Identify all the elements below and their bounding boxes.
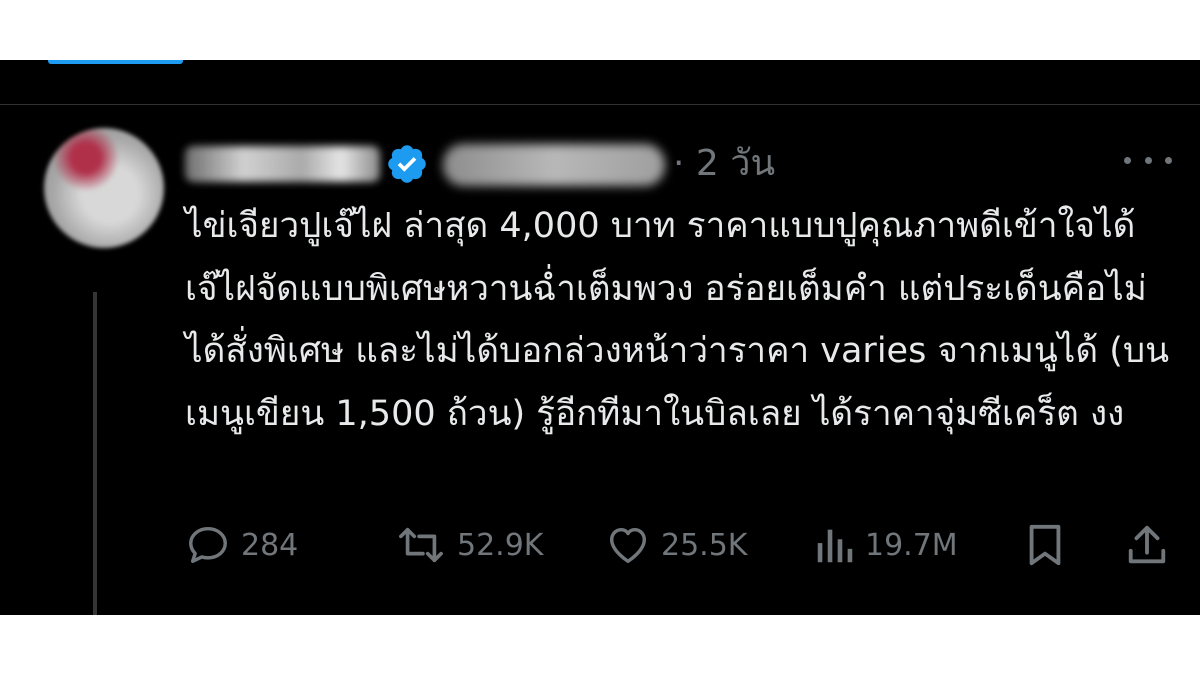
tweet-header: · 2 วัน — [185, 132, 1185, 192]
repost-count: 52.9K — [457, 527, 544, 563]
verified-badge-icon — [388, 145, 426, 183]
tweet-timestamp[interactable]: · 2 วัน — [673, 134, 775, 194]
views-count: 19.7M — [865, 527, 958, 563]
reply-button[interactable]: 284 — [185, 520, 298, 570]
tweet-text: ไข่เจียวปูเจ๊ไฝ ล่าสุด 4,000 บาท ราคาแบบ… — [185, 206, 1169, 434]
views-button[interactable]: 19.7M — [815, 520, 958, 570]
more-dot — [1165, 156, 1172, 164]
heart-icon — [609, 527, 647, 564]
display-name-redacted[interactable] — [185, 146, 380, 182]
avatar[interactable] — [44, 128, 164, 248]
share-button[interactable] — [1125, 520, 1169, 570]
more-icon[interactable] — [1124, 148, 1172, 172]
like-button[interactable]: 25.5K — [605, 520, 747, 570]
active-tab-indicator — [48, 60, 183, 64]
bookmark-icon — [1029, 524, 1061, 566]
handle-redacted[interactable] — [443, 144, 665, 186]
more-dot — [1124, 156, 1131, 164]
more-dot — [1144, 156, 1152, 164]
thread-line — [93, 292, 97, 615]
views-chart-icon — [817, 529, 853, 563]
repost-icon — [399, 527, 443, 563]
share-icon — [1128, 525, 1166, 564]
like-count: 25.5K — [661, 527, 748, 563]
tweet-screen: · 2 วัน ไข่เจียวปูเจ๊ไฝ ล่าสุด 4,000 บาท… — [0, 60, 1200, 615]
reply-count: 284 — [241, 527, 299, 563]
reply-icon — [189, 526, 227, 564]
bookmark-button[interactable] — [1025, 520, 1065, 570]
header-divider — [0, 104, 1200, 105]
repost-button[interactable]: 52.9K — [395, 520, 543, 570]
tweet-actions: 284 52.9K 25.5K 19.7M — [185, 520, 1175, 570]
